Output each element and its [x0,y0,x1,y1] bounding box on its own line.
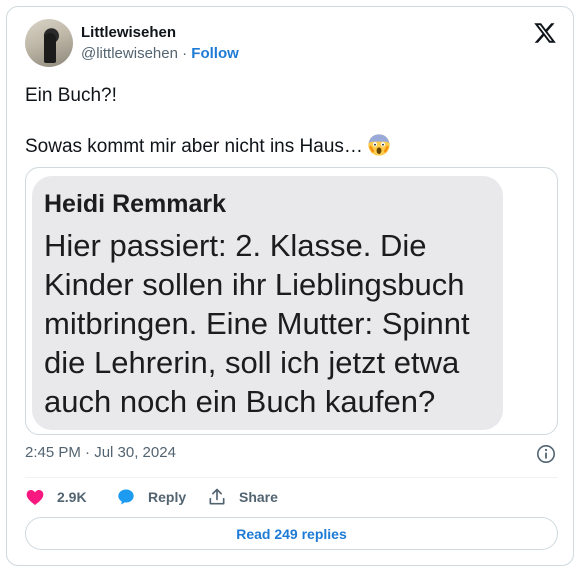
message-bubble: Heidi Remmark Hier passiert: 2. Klasse. … [32,176,503,430]
tweet-card: Littlewisehen @littlewisehen · Follow Ei… [6,6,574,566]
divider [25,477,558,478]
like-button[interactable]: 2.9K [25,486,87,508]
info-icon[interactable] [536,444,556,464]
tweet-line-2-wrap: Sowas kommt mir aber nicht ins Haus… [25,133,555,159]
avatar[interactable] [25,19,73,67]
heart-icon [26,490,44,505]
author-handle-row: @littlewisehen · Follow [81,45,239,62]
message-text: Hier passiert: 2. Klasse. Die Kinder sol… [44,228,470,419]
tweet-text: Ein Buch?! Sowas kommt mir aber nicht in… [25,83,555,159]
message-author: Heidi Remmark [44,190,227,218]
reply-button[interactable]: Reply [116,486,186,508]
tweet-line-1: Ein Buch?! [25,85,117,106]
read-replies-button[interactable]: Read 249 replies [25,517,558,550]
reply-label: Reply [148,489,187,505]
tweet-line-2: Sowas kommt mir aber nicht ins Haus… [25,136,363,157]
like-count: 2.9K [57,489,87,505]
share-button[interactable]: Share [207,486,278,508]
share-upload-icon [209,488,225,505]
follow-button[interactable]: Follow [191,45,239,62]
face-screaming-in-fear-emoji-icon [368,134,390,156]
reply-bubble-icon [118,489,134,505]
tweet-timestamp[interactable]: 2:45 PM · Jul 30, 2024 [25,444,176,461]
share-label: Share [239,489,278,505]
tweet-media-image[interactable]: Heidi Remmark Hier passiert: 2. Klasse. … [25,167,558,435]
author-handle[interactable]: @littlewisehen [81,45,178,62]
handle-separator: · [182,45,188,62]
author-display-name[interactable]: Littlewisehen [81,24,176,41]
x-logo-icon[interactable] [533,21,557,45]
